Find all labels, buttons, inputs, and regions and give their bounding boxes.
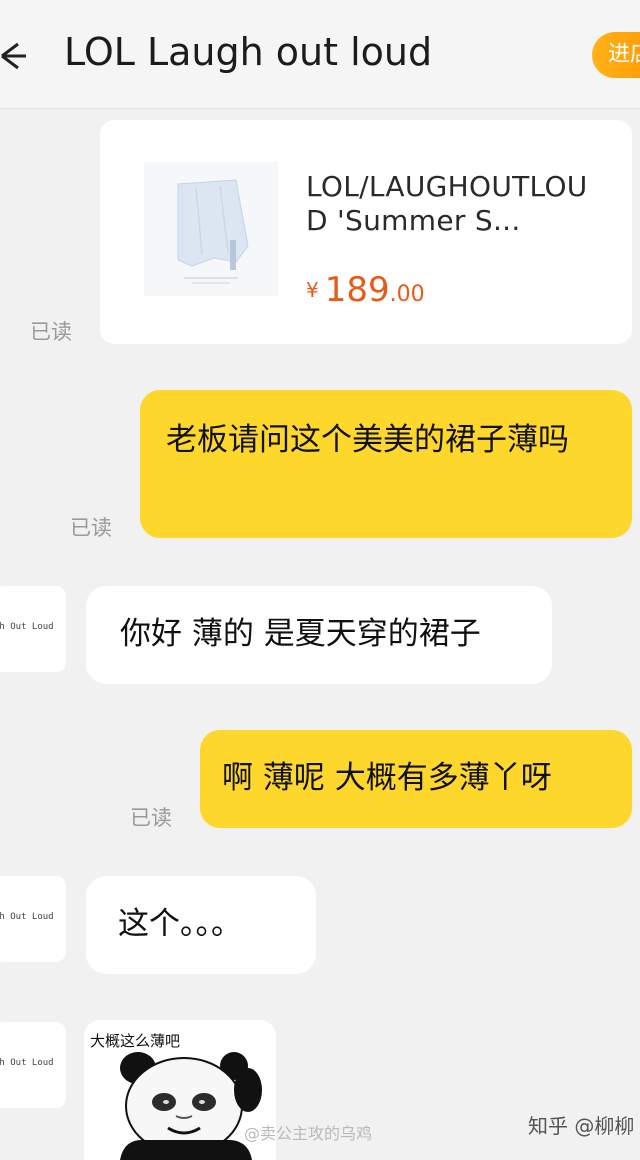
avatar-text: gh Out Loud <box>0 912 54 922</box>
avatar-text: gh Out Loud <box>0 622 54 632</box>
avatar[interactable]: gh Out Loud <box>0 586 66 672</box>
chat-header: LOL Laugh out loud 进店 <box>0 0 640 109</box>
message-bubble-outgoing: 老板请问这个美美的裙子薄吗 <box>140 390 632 538</box>
read-status: 已读 <box>70 516 112 540</box>
message-bubble-outgoing: 啊 薄呢 大概有多薄丫呀 <box>200 730 632 828</box>
enter-shop-button[interactable]: 进店 <box>592 32 640 78</box>
product-price: ¥189.00 <box>306 270 425 310</box>
message-bubble-incoming: 这个。。。 <box>86 876 316 974</box>
avatar[interactable]: gh Out Loud <box>0 876 66 962</box>
message-bubble-incoming: 你好 薄的 是夏天穿的裙子 <box>86 586 552 684</box>
chat-title: LOL Laugh out loud <box>64 30 433 74</box>
read-status: 已读 <box>30 320 72 344</box>
price-integer: 189 <box>324 270 390 310</box>
avatar-text: gh Out Loud <box>0 1058 54 1068</box>
sticker-caption: 大概这么薄吧 <box>90 1032 181 1050</box>
skirt-image-icon <box>177 179 249 284</box>
product-image <box>144 162 278 296</box>
price-decimal: .00 <box>389 282 425 307</box>
product-card[interactable]: LOL/LAUGHOUTLOUD 'Summer S... ¥189.00 <box>100 120 632 344</box>
watermark-zhihu: 知乎 @柳柳 <box>528 1114 635 1138</box>
avatar[interactable]: gh Out Loud <box>0 1022 66 1108</box>
watermark-weibo: @卖公主攻的乌鸡 <box>244 1124 373 1143</box>
price-currency: ¥ <box>306 278 319 302</box>
back-arrow-icon[interactable] <box>0 36 30 76</box>
product-name: LOL/LAUGHOUTLOUD 'Summer S... <box>306 170 588 237</box>
read-status: 已读 <box>130 806 172 830</box>
